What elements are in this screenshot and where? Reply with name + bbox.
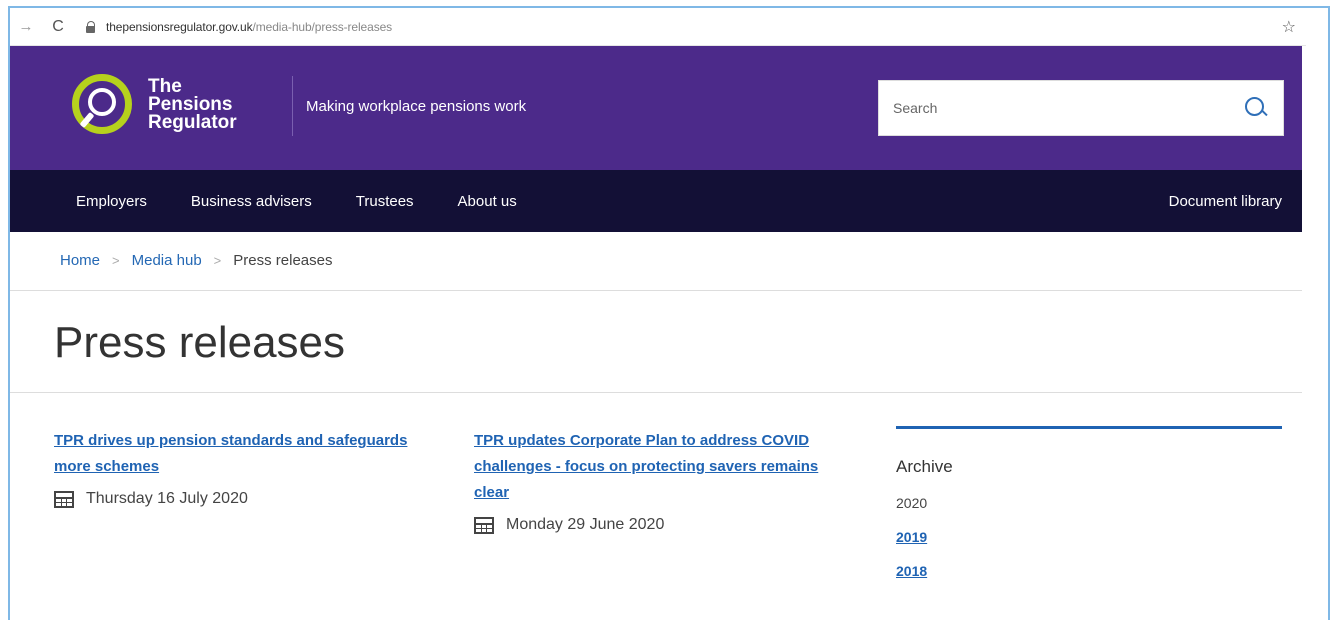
logo-magnifier-lens [88,88,116,116]
archive-year-2019-link[interactable]: 2019 [896,529,1282,545]
archive-year-current: 2020 [896,495,928,511]
press-release-link[interactable]: TPR drives up pension standards and safe… [54,428,414,480]
search-icon[interactable] [1245,97,1267,119]
archive-heading: Archive [896,457,953,476]
breadcrumb-separator: > [213,253,222,268]
date-text: Monday 29 June 2020 [506,516,665,533]
pensions-regulator-logo[interactable] [72,74,140,142]
press-release-date: Monday 29 June 2020 [474,516,834,534]
calendar-icon [54,490,74,508]
press-release-date: Thursday 16 July 2020 [54,490,414,508]
search-input[interactable] [879,100,1219,116]
nav-item-document-library[interactable]: Document library [1169,193,1282,210]
press-release-item: TPR updates Corporate Plan to address CO… [474,428,834,534]
breadcrumb-home[interactable]: Home [60,252,100,269]
breadcrumb-media-hub[interactable]: Media hub [132,252,202,269]
search-box [878,80,1284,136]
main-navigation: Employers Business advisers Trustees Abo… [10,170,1302,232]
url-field[interactable]: thepensionsregulator.gov.uk/media-hub/pr… [106,20,392,34]
brand-name[interactable]: The Pensions Regulator [148,77,237,133]
forward-arrow-icon[interactable]: → [16,17,36,37]
bookmark-star-icon[interactable]: ☆ [1282,17,1296,37]
breadcrumb-current: Press releases [233,252,333,269]
brand-line-3: Regulator [148,112,237,133]
nav-item-trustees[interactable]: Trustees [334,193,436,210]
reload-icon[interactable]: C [48,17,68,37]
date-text: Thursday 16 July 2020 [86,490,248,507]
site-header: The Pensions Regulator Making workplace … [10,46,1302,170]
nav-item-employers[interactable]: Employers [10,193,169,210]
divider [10,392,1302,393]
lock-icon [86,20,96,33]
archive-panel: Archive 2020 2019 2018 [896,426,1282,579]
press-release-item: TPR drives up pension standards and safe… [54,428,414,508]
archive-year-2018-link[interactable]: 2018 [896,563,1282,579]
nav-item-business-advisers[interactable]: Business advisers [169,193,334,210]
archive-accent-bar [896,426,1282,429]
breadcrumb: Home > Media hub > Press releases [60,252,332,269]
calendar-icon [474,516,494,534]
page-title: Press releases [54,318,346,367]
site-tagline: Making workplace pensions work [306,98,527,115]
press-release-link[interactable]: TPR updates Corporate Plan to address CO… [474,428,834,506]
divider [10,290,1302,291]
nav-item-about-us[interactable]: About us [436,193,539,210]
breadcrumb-separator: > [112,253,120,268]
header-divider [292,76,293,136]
browser-address-bar: → C thepensionsregulator.gov.uk/media-hu… [10,8,1306,46]
